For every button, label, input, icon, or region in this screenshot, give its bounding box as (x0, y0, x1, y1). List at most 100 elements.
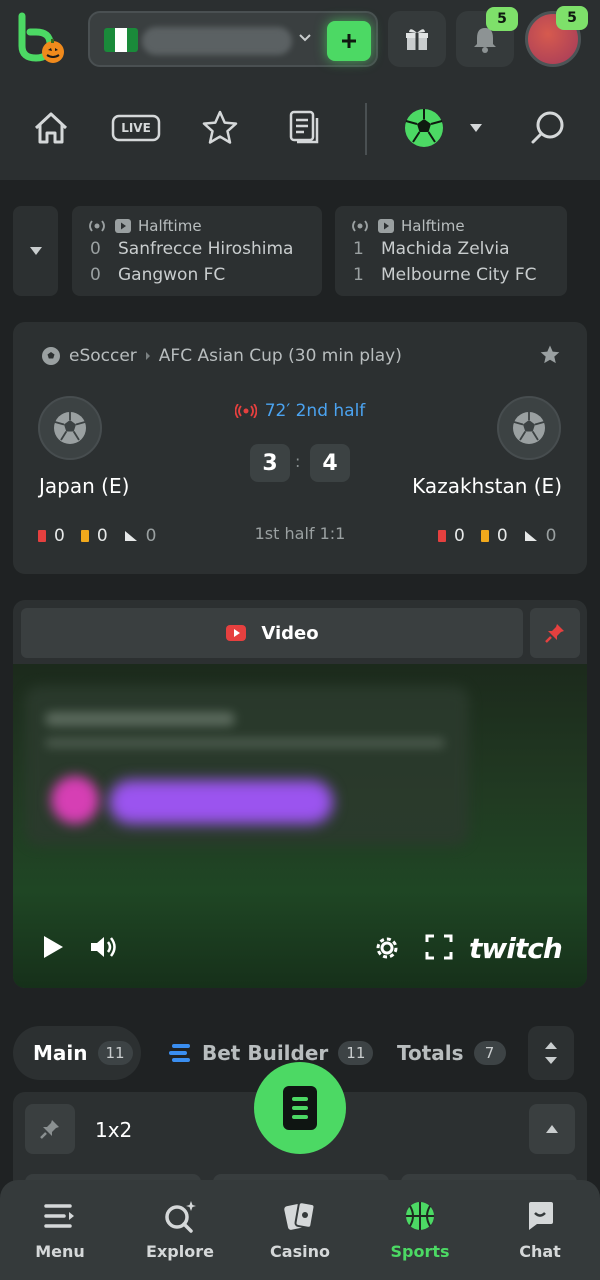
broadcast-icon (352, 220, 368, 232)
twitch-logo[interactable]: twitch (469, 932, 563, 965)
pin-icon (40, 1120, 59, 1139)
nav-divider (365, 103, 367, 155)
video-panel: Video twitch (13, 600, 587, 988)
live-label: LIVE (121, 121, 151, 135)
tab-main[interactable]: Main 11 (13, 1026, 141, 1080)
youtube-play-icon (226, 625, 247, 641)
video-tab[interactable]: Video (21, 608, 523, 658)
play-video-icon (115, 219, 131, 233)
play-video-icon (378, 219, 394, 233)
team-score: 0 (90, 239, 101, 259)
bet-builder-icon (169, 1044, 190, 1062)
nav-label: Casino (270, 1242, 330, 1261)
basketball-icon (402, 1198, 438, 1234)
yellow-card-icon (80, 530, 89, 542)
balance-hidden (142, 27, 292, 55)
nigeria-flag-icon (104, 28, 138, 52)
sport-dropdown-chevron-icon[interactable] (462, 107, 490, 149)
league-name: AFC Asian Cup (30 min play) (158, 346, 402, 366)
notifications-button[interactable]: 5 (456, 7, 518, 67)
video-player[interactable]: twitch (13, 664, 587, 988)
breadcrumb[interactable]: eSoccer AFC Asian Cup (30 min play) (41, 346, 402, 366)
nav-label: Chat (519, 1242, 561, 1261)
team-name: Machida Zelvia (381, 239, 510, 259)
tab-label: Bet Builder (202, 1041, 329, 1065)
star-icon[interactable] (199, 107, 241, 149)
explore-search-icon (162, 1198, 198, 1234)
red-card-count: 0 (54, 526, 65, 546)
menu-icon (42, 1198, 78, 1234)
match-scoreboard: eSoccer AFC Asian Cup (30 min play) Japa… (13, 322, 587, 574)
notification-count-badge: 5 (486, 7, 518, 31)
caret-down-icon (29, 247, 42, 255)
yellow-card-icon (480, 530, 489, 542)
match-status: Halftime (401, 217, 465, 235)
match-clock: 72′ 2nd half (13, 401, 587, 421)
nav-casino[interactable]: Casino (250, 1198, 350, 1261)
sport-name: eSoccer (69, 346, 137, 366)
red-card-icon (438, 530, 446, 542)
play-icon[interactable] (41, 934, 65, 960)
nav-sports[interactable]: Sports (370, 1198, 470, 1261)
match-status: Halftime (138, 217, 202, 235)
blurred-overlay (109, 780, 333, 824)
score-separator: : (295, 452, 301, 471)
corner-count: 0 (145, 526, 157, 546)
chevron-down-icon[interactable] (296, 28, 314, 46)
tab-label: Main (33, 1041, 88, 1065)
profile-count-badge: 5 (556, 6, 588, 30)
home-icon[interactable] (30, 107, 72, 149)
pin-video-button[interactable] (530, 608, 580, 658)
live-match-card[interactable]: Halftime 0 Sanfrecce Hiroshima 0 Gangwon F… (72, 206, 322, 296)
live-icon[interactable]: LIVE (110, 107, 162, 149)
settings-gear-icon[interactable] (373, 934, 401, 962)
corner-count: 0 (545, 526, 557, 546)
nav-menu[interactable]: Menu (10, 1198, 110, 1261)
team-name: Sanfrecce Hiroshima (118, 239, 294, 259)
collapse-market-button[interactable] (529, 1104, 575, 1154)
corner-flag-icon (124, 531, 137, 541)
away-score: 4 (310, 444, 350, 482)
tab-totals[interactable]: Totals 7 (397, 1026, 506, 1080)
team-name: Melbourne City FC (381, 265, 537, 285)
broadcast-icon (89, 220, 105, 232)
search-icon[interactable] (527, 107, 569, 149)
live-match-card[interactable]: Halftime 1 Machida Zelvia 1 Melbourne City… (335, 206, 567, 296)
yellow-card-count: 0 (496, 526, 508, 546)
betslip-list-icon[interactable] (284, 107, 326, 149)
nav-explore[interactable]: Explore (130, 1198, 230, 1261)
nav-label: Explore (146, 1242, 214, 1261)
blurred-overlay (45, 738, 445, 748)
home-team-name: Japan (E) (39, 474, 130, 498)
fullscreen-icon[interactable] (425, 934, 453, 960)
red-card-icon (38, 530, 46, 542)
away-team-stats: 0 0 0 (438, 526, 556, 546)
strip-collapse-button[interactable] (13, 206, 58, 296)
blurred-overlay (45, 712, 235, 726)
nav-chat[interactable]: Chat (490, 1198, 590, 1261)
pin-market-button[interactable] (25, 1104, 75, 1154)
betslip-button[interactable] (254, 1062, 346, 1154)
soccer-ball-icon[interactable] (403, 107, 445, 149)
wallet-selector[interactable] (88, 11, 378, 67)
pin-icon (545, 624, 564, 643)
profile-avatar[interactable]: 5 (525, 6, 588, 67)
gift-button[interactable] (388, 11, 446, 67)
cards-icon (282, 1198, 318, 1234)
deposit-button[interactable] (327, 21, 371, 61)
home-score: 3 (250, 444, 290, 482)
brand-logo[interactable] (14, 12, 72, 68)
favorite-star-icon[interactable] (539, 344, 561, 370)
tab-count: 11 (97, 1041, 133, 1065)
soccer-ball-icon (42, 347, 60, 365)
gift-icon (406, 29, 428, 50)
volume-icon[interactable] (89, 934, 119, 960)
away-team-name: Kazakhstan (E) (412, 474, 562, 498)
blurred-overlay (51, 776, 99, 824)
team-name: Gangwon FC (118, 265, 226, 285)
expand-collapse-icon (545, 1042, 557, 1064)
video-label: Video (261, 622, 319, 644)
red-card-count: 0 (454, 526, 465, 546)
chat-icon (522, 1198, 558, 1234)
expand-collapse-all-button[interactable] (528, 1026, 574, 1080)
